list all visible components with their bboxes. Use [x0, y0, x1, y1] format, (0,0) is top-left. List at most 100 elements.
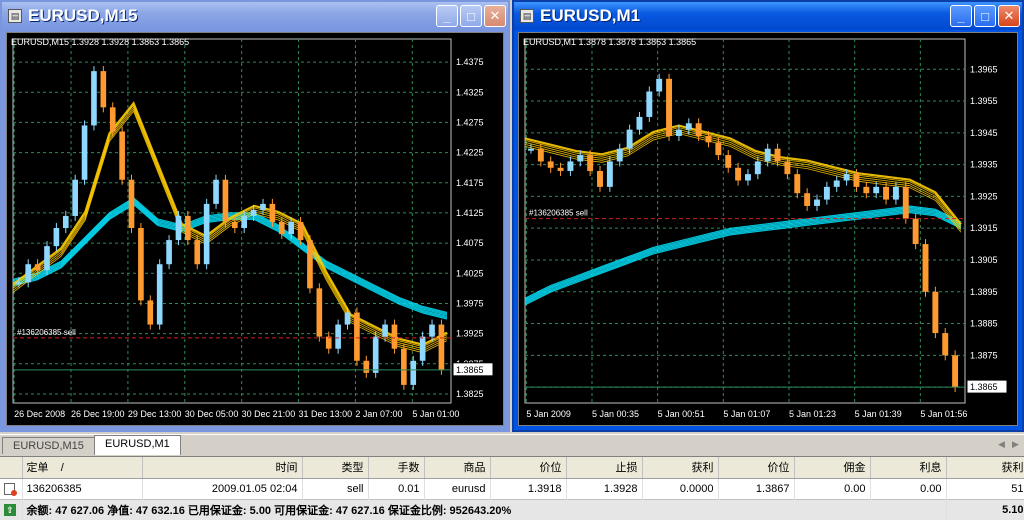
- candle-body: [892, 186, 899, 200]
- candle-body: [72, 179, 78, 216]
- tab-scroll-right-icon[interactable]: ▶: [1012, 439, 1019, 450]
- candle-body: [814, 199, 820, 206]
- candle-body: [307, 240, 313, 289]
- col-time[interactable]: 时间: [142, 457, 303, 479]
- candle-body: [109, 107, 116, 132]
- title-bar[interactable]: ▤ EURUSD,M15 _ □ ✕: [2, 2, 508, 30]
- maximize-button[interactable]: □: [460, 5, 482, 27]
- x-tick-label: 5 Jan 01:39: [855, 409, 902, 419]
- candle-body: [547, 161, 554, 168]
- candle-body: [823, 186, 830, 200]
- chart-window-m1[interactable]: ▤ EURUSD,M1 _ □ ✕ 1.3965 1.3955 1.3945 1.39…: [512, 0, 1024, 432]
- y-tick-label: 1.3885: [970, 319, 998, 329]
- candle-body: [537, 148, 544, 162]
- y-tick-label: 1.3895: [970, 287, 998, 297]
- trade-table: 定单 / 时间 类型 手数 商品 价位 止损 获利 价位 佣金 利息 获利 13…: [0, 457, 1024, 520]
- y-tick-label: 1.4375: [456, 57, 484, 67]
- order-swap: 0.00: [870, 478, 947, 499]
- candle-body: [25, 264, 32, 283]
- slow-ma-line: [524, 210, 962, 305]
- candle-body: [873, 186, 880, 194]
- candle-body: [438, 324, 445, 370]
- order-id: 136206385: [22, 478, 143, 499]
- table-row[interactable]: 136206385 2009.01.05 02:04 sell 0.01 eur…: [0, 478, 1024, 499]
- candle-body: [91, 71, 97, 126]
- candle-body: [705, 136, 712, 143]
- y-tick-label: 1.3875: [970, 350, 998, 360]
- price-chart-svg[interactable]: 1.4375 1.4325 1.4275 1.4225 1.4175 1.4125 1.40…: [7, 33, 503, 425]
- candle-body: [794, 174, 801, 194]
- fast-ma-line: [12, 106, 448, 350]
- minimize-button[interactable]: _: [436, 5, 458, 27]
- tab-eurusd-m1[interactable]: EURUSD,M1: [94, 435, 181, 455]
- col-swap[interactable]: 利息: [870, 457, 947, 479]
- y-tick-label: 1.3965: [970, 64, 998, 74]
- candle-body: [754, 161, 761, 175]
- candle-body: [325, 336, 332, 349]
- plot-frame: [524, 38, 966, 404]
- y-tick-label: 1.4075: [456, 238, 484, 248]
- candle-body: [656, 78, 663, 92]
- x-tick-label: 5 Jan 00:35: [592, 409, 639, 419]
- maximize-button[interactable]: □: [974, 5, 996, 27]
- candle-body: [419, 336, 426, 361]
- candle-body: [81, 125, 88, 180]
- x-tick-label: 5 Jan 01:56: [920, 409, 967, 419]
- candle-body: [34, 264, 41, 271]
- x-tick-label: 5 Jan 2009: [526, 409, 571, 419]
- candle-body: [203, 203, 210, 265]
- candle-body: [804, 193, 811, 206]
- col-open-price[interactable]: 价位: [490, 457, 567, 479]
- price-chart-m15[interactable]: 1.4375 1.4325 1.4275 1.4225 1.4175 1.4125 1.40…: [6, 32, 504, 426]
- col-type[interactable]: 类型: [302, 457, 369, 479]
- candle-body: [725, 155, 732, 168]
- col-symbol[interactable]: 商品: [424, 457, 491, 479]
- col-take-profit[interactable]: 获利: [642, 457, 719, 479]
- candle-body: [567, 161, 574, 171]
- col-profit[interactable]: 获利: [946, 457, 1024, 479]
- sell-order-icon: [4, 482, 17, 496]
- candle-body: [606, 161, 613, 187]
- col-lots[interactable]: 手数: [368, 457, 425, 479]
- col-current-price[interactable]: 价位: [718, 457, 795, 479]
- y-tick-label: 1.3955: [970, 96, 998, 106]
- col-stop-loss[interactable]: 止损: [566, 457, 643, 479]
- candle-body: [685, 123, 692, 130]
- candle-body: [745, 174, 751, 181]
- candle-body: [922, 244, 929, 292]
- price-chart-svg[interactable]: 1.3965 1.3955 1.3945 1.3935 1.3925 1.3915 1.39…: [519, 33, 1017, 425]
- y-tick-label: 1.4225: [456, 148, 484, 158]
- y-tick-label: 1.3925: [456, 329, 484, 339]
- order-symbol: eurusd: [424, 478, 491, 499]
- fast-ma-line: [12, 110, 448, 354]
- tab-eurusd-m15[interactable]: EURUSD,M15: [2, 437, 95, 454]
- candle-body: [260, 203, 266, 210]
- fast-ma-line: [12, 108, 448, 352]
- close-button[interactable]: ✕: [484, 5, 506, 27]
- chart-window-m15[interactable]: ▤ EURUSD,M15 _ □ ✕ 1.4375 1.4325 1.4275 1.4…: [0, 0, 510, 432]
- x-tick-label: 5 Jan 00:51: [658, 409, 705, 419]
- candle-body: [62, 215, 69, 229]
- candle-body: [952, 355, 959, 388]
- tab-scroll-left-icon[interactable]: ◀: [998, 439, 1005, 450]
- candle-body: [335, 324, 341, 349]
- close-button[interactable]: ✕: [998, 5, 1020, 27]
- candle-body: [250, 209, 257, 216]
- x-tick-label: 2 Jan 07:00: [355, 409, 402, 419]
- candle-body: [774, 148, 781, 162]
- candle-body: [675, 129, 682, 136]
- title-bar[interactable]: ▤ EURUSD,M1 _ □ ✕: [514, 2, 1022, 30]
- order-open-price: 1.3918: [490, 478, 567, 499]
- price-chart-m1[interactable]: 1.3965 1.3955 1.3945 1.3935 1.3925 1.3915 1.39…: [518, 32, 1018, 426]
- candle-body: [912, 218, 919, 245]
- col-order[interactable]: 定单 /: [22, 457, 143, 479]
- col-commission[interactable]: 佣金: [794, 457, 871, 479]
- candle-body: [626, 129, 633, 149]
- order-type: sell: [302, 478, 369, 499]
- y-tick-label: 1.3825: [456, 389, 484, 399]
- minimize-button[interactable]: _: [950, 5, 972, 27]
- slow-ma-line: [524, 209, 962, 303]
- x-tick-label: 5 Jan 01:07: [723, 409, 770, 419]
- candle-body: [883, 186, 890, 200]
- slow-ma-line: [524, 206, 962, 301]
